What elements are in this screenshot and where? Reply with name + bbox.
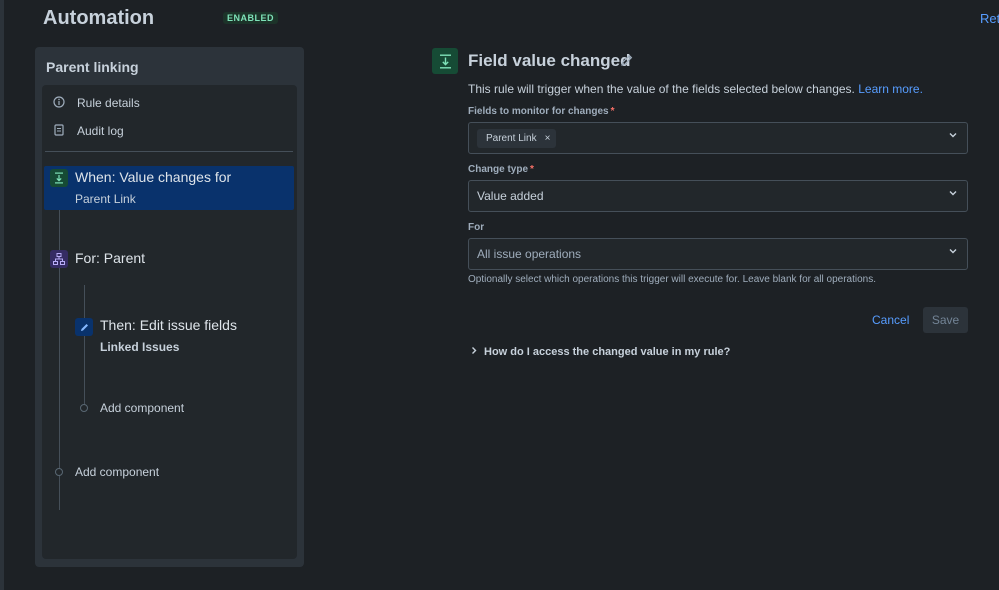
document-icon [52, 123, 66, 139]
trigger-subtitle: Parent Link [75, 192, 136, 206]
chevron-down-icon[interactable] [948, 188, 958, 201]
branch-icon [50, 250, 68, 268]
edit-title-icon[interactable] [619, 53, 634, 71]
add-component-inner-button[interactable]: Add component [100, 401, 184, 415]
chevron-down-icon[interactable] [948, 130, 958, 143]
add-component-dot [55, 468, 63, 476]
add-component-dot [80, 404, 88, 412]
inner-connector-line [84, 285, 85, 405]
chevron-down-icon[interactable] [948, 246, 958, 259]
rule-sidebar: Parent linking Rule details Audit log Wh… [35, 47, 304, 567]
change-type-label-text: Change type [468, 164, 529, 175]
field-trigger-icon [50, 169, 68, 187]
operations-hint: Optionally select which operations this … [468, 274, 876, 285]
fields-label-text: Fields to monitor for changes [468, 106, 609, 117]
required-marker: * [530, 164, 534, 175]
help-accordion-label: How do I access the changed value in my … [484, 346, 731, 358]
branch-title[interactable]: For: Parent [75, 250, 145, 266]
rule-component-list: Rule details Audit log When: Value chang… [42, 85, 297, 559]
window-left-border [0, 0, 4, 590]
description-text: This rule will trigger when the value of… [468, 82, 855, 96]
remove-tag-icon[interactable]: × [545, 133, 551, 144]
fields-label: Fields to monitor for changes * [468, 106, 614, 117]
change-type-value: Value added [477, 189, 544, 203]
info-icon [52, 95, 66, 111]
operations-placeholder: All issue operations [477, 247, 582, 261]
status-badge: ENABLED [223, 12, 279, 24]
rule-details-item[interactable]: Rule details [52, 93, 140, 113]
field-tag: Parent Link × [477, 129, 557, 148]
field-tag-label: Parent Link [486, 133, 537, 144]
fields-multiselect[interactable]: Parent Link × [468, 122, 968, 154]
help-accordion[interactable]: How do I access the changed value in my … [470, 346, 730, 358]
cancel-button[interactable]: Cancel [872, 313, 909, 327]
action-title[interactable]: Then: Edit issue fields [100, 317, 237, 333]
rule-name: Parent linking [46, 59, 139, 75]
pencil-icon [75, 318, 93, 336]
audit-log-label: Audit log [77, 124, 124, 138]
change-type-label: Change type * [468, 164, 534, 175]
change-type-select[interactable]: Value added [468, 180, 968, 212]
add-component-outer-button[interactable]: Add component [75, 465, 159, 479]
for-label: For [468, 222, 485, 233]
learn-more-link[interactable]: Learn more. [858, 82, 923, 96]
sidebar-divider [45, 151, 293, 152]
operations-select[interactable]: All issue operations [468, 238, 968, 270]
rule-details-label: Rule details [77, 96, 140, 110]
trigger-heading: Field value changed [468, 51, 631, 70]
trigger-description: This rule will trigger when the value of… [468, 82, 923, 96]
required-marker: * [610, 106, 615, 117]
action-subtitle: Linked Issues [100, 340, 180, 354]
audit-log-item[interactable]: Audit log [52, 121, 124, 141]
field-trigger-icon [432, 48, 458, 74]
trigger-title: When: Value changes for [75, 169, 232, 185]
page-title: Automation [43, 7, 155, 29]
save-button[interactable]: Save [923, 307, 968, 333]
chevron-right-icon [470, 346, 482, 358]
header-link[interactable]: Ret [980, 11, 999, 26]
